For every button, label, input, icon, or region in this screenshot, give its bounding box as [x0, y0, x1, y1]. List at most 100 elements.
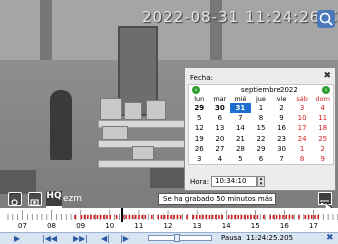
recording-mark — [135, 215, 137, 219]
step-forward-icon[interactable]: |▶ — [120, 234, 129, 243]
recording-mark — [99, 215, 102, 219]
scene-box — [124, 102, 142, 120]
timeline[interactable]: 070809101112131415161718 — [0, 208, 338, 232]
calendar-day[interactable]: 10 — [292, 113, 313, 123]
calendar: ‹ septiembre 2022 › lun mar mié jue vie sáb do… — [188, 84, 334, 166]
calendar-day[interactable]: 12 — [189, 123, 210, 133]
timeline-cursor[interactable] — [121, 208, 123, 222]
calendar-day[interactable]: 1 — [251, 103, 272, 113]
calendar-day[interactable]: 17 — [292, 123, 313, 133]
screenshot-icon[interactable] — [8, 192, 22, 206]
calendar-day[interactable]: 21 — [230, 134, 251, 144]
calendar-day[interactable]: 18 — [312, 123, 333, 133]
skip-back-icon[interactable]: |◀◀ — [42, 234, 57, 243]
recording-mark — [272, 215, 275, 219]
calendar-day[interactable]: 6 — [210, 113, 231, 123]
recording-mark — [221, 215, 223, 219]
recording-mark — [138, 215, 140, 219]
play-icon[interactable]: ▶ — [14, 234, 20, 243]
calendar-day[interactable]: 2 — [312, 144, 333, 154]
recording-mark — [179, 215, 182, 219]
video-timestamp: 2022-08-31 11:24:26 Cp — [142, 8, 338, 26]
calendar-day[interactable]: 3 — [189, 154, 210, 164]
recording-mark — [291, 215, 294, 219]
calendar-day[interactable]: 23 — [271, 134, 292, 144]
calendar-day[interactable]: 1 — [292, 144, 313, 154]
calendar-day[interactable]: 26 — [189, 144, 210, 154]
prev-month-icon[interactable]: ‹ — [192, 86, 200, 94]
video-feed[interactable]: 2022-08-31 11:24:26 Cp HQ ezm Se ha grab… — [0, 0, 338, 208]
recording-mark — [263, 215, 265, 219]
calendar-day[interactable]: 16 — [271, 123, 292, 133]
zoom-icon[interactable] — [317, 10, 335, 28]
time-spinner[interactable]: ▴ ▾ — [257, 176, 265, 187]
calendar-day[interactable]: 7 — [230, 113, 251, 123]
calendar-day[interactable]: 2 — [271, 103, 292, 113]
hq-button[interactable]: HQ — [46, 191, 62, 208]
playback-controls: ▶ |◀◀ ▶▶| ◀| |▶ Pausa 11:24:25.205 ✖ — [0, 232, 338, 244]
recording-mark — [141, 215, 143, 219]
recording-mark — [80, 215, 83, 219]
recording-mark — [163, 215, 166, 219]
close-icon[interactable]: ✖ — [326, 233, 334, 243]
calendar-day[interactable]: 27 — [210, 144, 231, 154]
calendar-day[interactable]: 4 — [210, 154, 231, 164]
next-month-icon[interactable]: › — [322, 86, 330, 94]
calendar-day[interactable]: 19 — [189, 134, 210, 144]
calendar-day[interactable]: 8 — [251, 113, 272, 123]
calendar-day[interactable]: 28 — [230, 144, 251, 154]
recording-mark — [186, 215, 188, 219]
calendar-day[interactable]: 13 — [210, 123, 231, 133]
calendar-day[interactable]: 11 — [312, 113, 333, 123]
recording-mark — [160, 215, 163, 219]
scene-pallet — [0, 170, 36, 194]
close-icon[interactable]: ✖ — [323, 71, 331, 81]
timeline-hour-label: 10 — [105, 222, 115, 230]
recording-mark — [74, 215, 76, 219]
calendar-day[interactable]: 5 — [230, 154, 251, 164]
calendar-day[interactable]: 15 — [251, 123, 272, 133]
calendar-day[interactable]: 22 — [251, 134, 272, 144]
calendar-day[interactable]: 6 — [251, 154, 272, 164]
slider-thumb[interactable] — [174, 234, 181, 242]
calendar-day[interactable]: 14 — [230, 123, 251, 133]
calendar-day[interactable]: 7 — [271, 154, 292, 164]
recording-mark — [256, 215, 259, 219]
camera-label: ezm — [63, 194, 83, 204]
calendar-day[interactable]: 31 — [230, 103, 251, 114]
recording-mark — [314, 215, 316, 219]
scene-box — [146, 100, 166, 120]
playback-status: Pausa — [221, 234, 242, 242]
camera-icon[interactable] — [28, 192, 42, 206]
time-label: Hora: — [190, 178, 210, 186]
weekday-header: sáb — [296, 95, 308, 103]
calendar-day[interactable]: 30 — [210, 103, 231, 113]
calendar-day[interactable]: 24 — [292, 134, 313, 144]
calendar-day[interactable]: 29 — [251, 144, 272, 154]
recording-mark — [240, 215, 243, 219]
calendar-day[interactable]: 29 — [189, 103, 210, 113]
recording-mark — [173, 215, 175, 219]
playback-slider[interactable] — [148, 234, 212, 242]
timeline-hour-label: 13 — [192, 222, 202, 230]
calendar-day[interactable]: 8 — [292, 154, 313, 164]
calendar-day[interactable]: 3 — [292, 103, 313, 113]
recording-mark — [93, 215, 95, 219]
recording-tooltip: Se ha grabado 50 minutos más tarde — [158, 193, 276, 205]
skip-forward-icon[interactable]: ▶▶| — [73, 234, 88, 243]
step-back-icon[interactable]: ◀| — [101, 234, 110, 243]
calendar-day[interactable]: 4 — [312, 103, 333, 113]
calendar-day[interactable]: 20 — [210, 134, 231, 144]
recording-mark — [195, 215, 198, 219]
calendar-day[interactable]: 9 — [271, 113, 292, 123]
calendar-day[interactable]: 25 — [312, 134, 333, 144]
calendar-day[interactable]: 9 — [312, 154, 333, 164]
recording-mark — [307, 215, 310, 219]
calendar-day[interactable]: 30 — [271, 144, 292, 154]
calendar-day[interactable]: 5 — [189, 113, 210, 123]
timeline-hour-label: 15 — [250, 222, 260, 230]
recording-mark — [247, 215, 249, 219]
recording-mark — [83, 215, 86, 219]
time-input[interactable]: 10:34:10 — [211, 176, 257, 187]
calendar-month: septiembre — [241, 86, 281, 94]
